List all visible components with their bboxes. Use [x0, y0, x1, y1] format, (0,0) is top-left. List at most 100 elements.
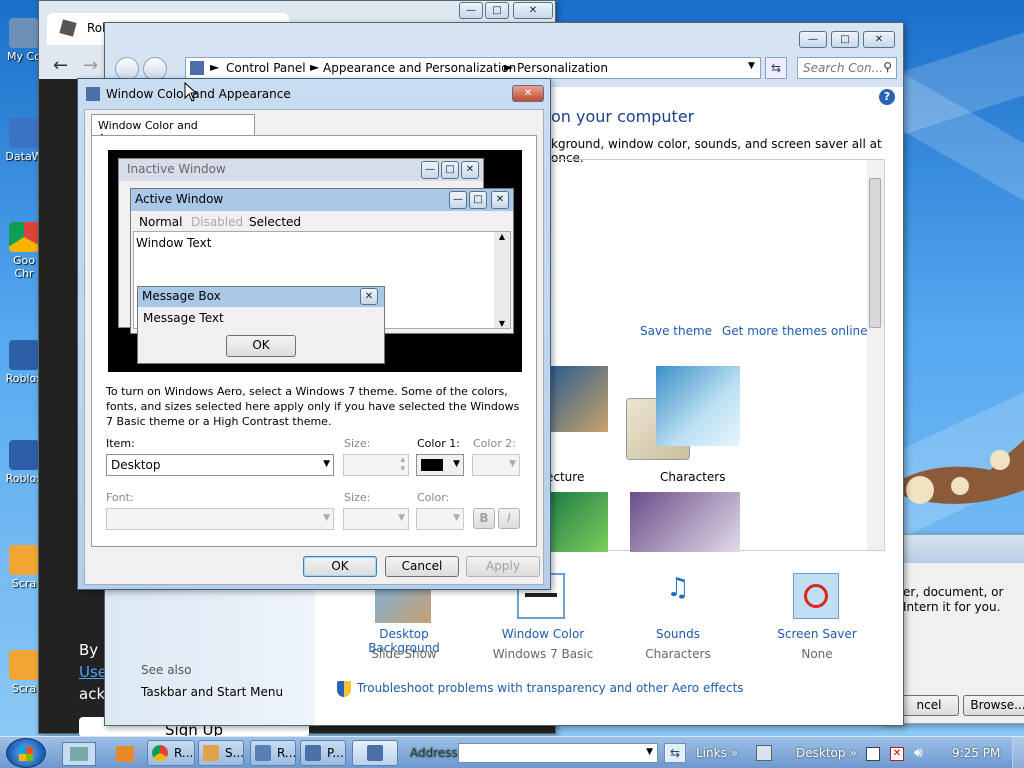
color1-label: Color 1:	[417, 437, 460, 450]
action-center-icon[interactable]: ✕	[890, 747, 904, 761]
color1-picker[interactable]: ▼	[416, 454, 464, 476]
sounds-icon[interactable]: ♫	[653, 573, 703, 619]
save-theme-link[interactable]: Save theme	[640, 324, 712, 338]
screen-saver-icon[interactable]	[793, 573, 839, 619]
browser-close-button[interactable]: ✕	[513, 2, 553, 19]
dialog-body: Window Color and Appearance Inactive Win…	[84, 109, 544, 585]
taskbar-chrome-button[interactable]: R...	[147, 740, 195, 766]
dialog-close-button[interactable]: ✕	[512, 85, 544, 102]
window-color-dialog: Window Color and Appearance ✕ Window Col…	[77, 78, 551, 590]
desktop-background-value: Slide Show	[371, 647, 437, 661]
dialog-title: Window Color and Appearance	[106, 87, 291, 101]
inactive-min-icon: —	[421, 161, 439, 179]
shield-icon	[337, 681, 351, 697]
tab-window-color-appearance[interactable]: Window Color and Appearance	[91, 114, 255, 145]
run-cancel-button[interactable]: ncel	[899, 695, 959, 716]
roblox-tab-icon	[59, 19, 77, 37]
run-browse-button[interactable]: Browse...	[963, 695, 1024, 716]
taskbar-roblox-button[interactable]: R...	[250, 740, 296, 766]
bold-button[interactable]: B	[473, 508, 495, 529]
browser-link-use[interactable]: Use	[79, 663, 107, 681]
taskbar-personalization-button[interactable]: P...	[300, 740, 346, 766]
message-box-close-icon: ✕	[360, 288, 378, 305]
size-stepper[interactable]: ▴ ▾	[343, 454, 409, 476]
browser-maximize-button[interactable]: □	[485, 2, 509, 19]
aero-info-text: To turn on Windows Aero, select a Window…	[106, 385, 520, 428]
font-color-label: Color:	[417, 491, 450, 504]
italic-button[interactable]: I	[498, 508, 520, 529]
color2-picker[interactable]: ▼	[472, 454, 520, 476]
preview-scrollbar: ▲ ▼	[494, 232, 510, 328]
breadcrumb-appearance[interactable]: Appearance and Personalization	[323, 61, 516, 75]
clock[interactable]: 9:25 PM	[952, 737, 1000, 768]
notepad-quicklaunch-icon[interactable]	[756, 745, 772, 761]
size-label: Size:	[344, 437, 371, 450]
show-desktop-button[interactable]	[1012, 737, 1024, 768]
see-also-heading: See also	[141, 663, 192, 677]
cp-search-input[interactable]: Search Con... ⚲	[797, 57, 897, 79]
font-size-select[interactable]: ▼	[343, 508, 409, 530]
preview-menu-disabled: Disabled	[191, 215, 244, 229]
cp-maximize-button[interactable]: □	[831, 31, 859, 48]
breadcrumb-control-panel[interactable]: Control Panel	[226, 61, 306, 75]
dialog-ok-button[interactable]: OK	[303, 556, 377, 577]
item-select[interactable]: Desktop ▼	[106, 454, 334, 476]
troubleshoot-link[interactable]: Troubleshoot problems with transparency …	[357, 681, 744, 695]
taskbar-start-menu-link[interactable]: Taskbar and Start Menu	[141, 685, 283, 699]
breadcrumb-personalization[interactable]: Personalization	[517, 61, 608, 75]
appearance-preview[interactable]: Inactive Window — □ ✕ Active Window — □ …	[108, 150, 522, 372]
taskbar-window-color-button[interactable]	[352, 740, 398, 766]
address-label: Address	[410, 746, 458, 760]
taskbar-scratch-button[interactable]: S...	[198, 740, 244, 766]
media-player-quicklaunch-icon[interactable]	[112, 742, 142, 766]
browser-minimize-button[interactable]: —	[459, 2, 483, 19]
screen-saver-value: None	[801, 647, 833, 661]
dialog-apply-button[interactable]: Apply	[466, 556, 540, 577]
active-min-icon: —	[449, 191, 467, 209]
screen-saver-link[interactable]: Screen Saver	[769, 627, 865, 641]
sounds-link[interactable]: Sounds	[635, 627, 721, 641]
theme-characters-label: Characters	[660, 470, 726, 484]
help-icon[interactable]: ?	[879, 89, 895, 105]
font-color-picker[interactable]: ▼	[416, 508, 464, 530]
window-color-value: Windows 7 Basic	[492, 647, 594, 661]
dialog-app-icon	[86, 87, 100, 101]
network-icon[interactable]	[866, 747, 880, 761]
refresh-icon[interactable]: ⇆	[765, 57, 787, 79]
preview-ok-button: OK	[226, 335, 296, 357]
dialog-cancel-button[interactable]: Cancel	[385, 556, 459, 577]
font-select[interactable]: ▼	[106, 508, 334, 530]
cp-address-bar[interactable]: ► Control Panel ► Appearance and Persona…	[185, 57, 761, 79]
volume-icon[interactable]: 🔊︎	[914, 745, 923, 761]
preview-menu-selected: Selected	[249, 215, 302, 229]
taskbar: R... S... R... P... Address ▼ ⇆ Links » …	[0, 736, 1024, 768]
theme-list[interactable]: Save theme Get more themes online ecture…	[545, 159, 885, 552]
cp-minimize-button[interactable]: —	[799, 31, 827, 48]
theme-architecture-label: ecture	[546, 470, 585, 484]
cp-heading: on your computer	[551, 107, 695, 126]
browser-text-ack: ack	[79, 685, 106, 703]
address-dropdown-icon[interactable]: ▼	[748, 61, 755, 71]
window-color-link[interactable]: Window Color	[491, 627, 595, 641]
taskbar-address-input[interactable]: ▼	[458, 743, 658, 763]
start-button[interactable]	[6, 738, 46, 768]
get-more-themes-link[interactable]: Get more themes online	[722, 324, 868, 338]
color2-label: Color 2:	[473, 437, 516, 450]
desktop-toolbar[interactable]: Desktop »	[796, 737, 857, 768]
inactive-max-icon: □	[441, 161, 459, 179]
theme-architecture-thumb[interactable]	[548, 366, 608, 432]
show-desktop-quicklaunch[interactable]	[62, 742, 96, 766]
links-toolbar[interactable]: Links »	[696, 737, 738, 768]
font-size-label: Size:	[344, 491, 371, 504]
cartoon-plane-wallpaper	[900, 420, 1024, 530]
item-label: Item:	[106, 437, 135, 450]
taskbar-go-icon[interactable]: ⇆	[664, 743, 686, 763]
cp-close-button[interactable]: ✕	[863, 31, 895, 48]
back-arrow-icon[interactable]: ←	[53, 55, 68, 76]
theme-list-scrollbar[interactable]	[867, 160, 884, 550]
control-panel-icon	[190, 61, 204, 75]
run-dialog-text: er, document, or Intern it for you.	[903, 585, 1004, 614]
preview-message-box[interactable]: Message Box ✕ Message Text OK	[137, 286, 385, 364]
font-label: Font:	[106, 491, 134, 504]
forward-arrow-icon[interactable]: →	[83, 55, 98, 76]
